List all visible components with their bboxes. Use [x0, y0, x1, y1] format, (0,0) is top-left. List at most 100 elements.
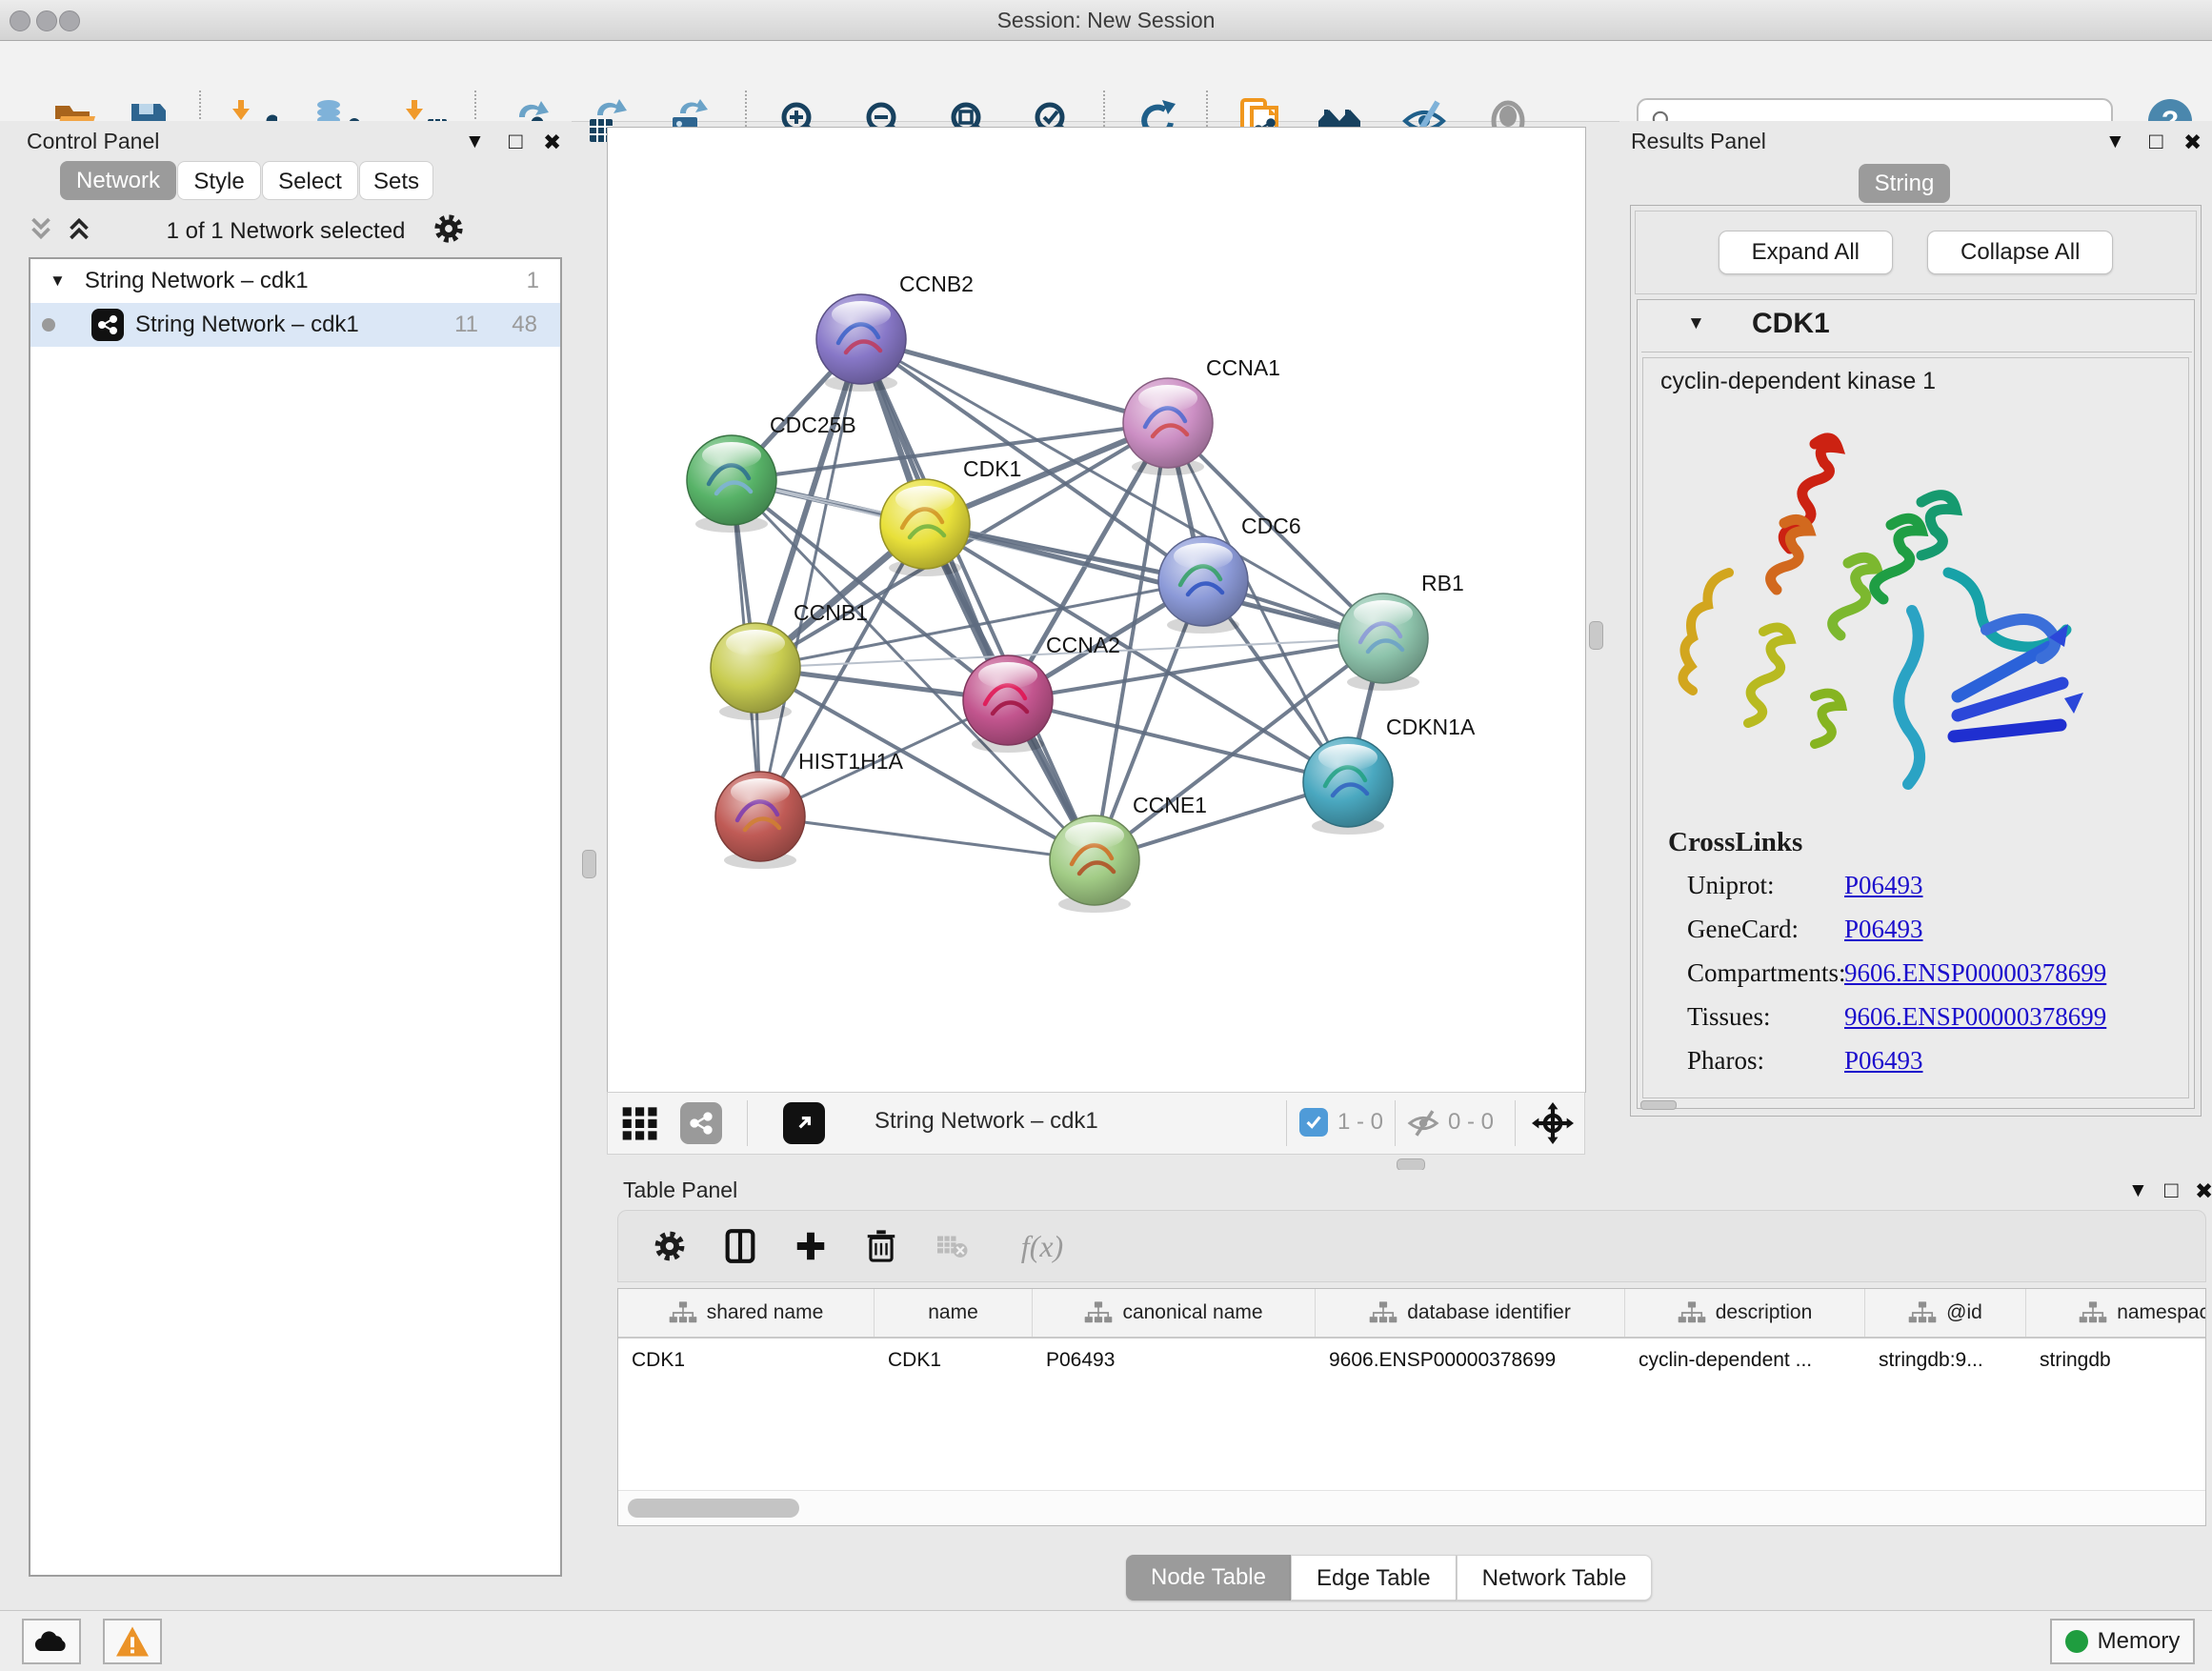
network-share-icon[interactable] [680, 1102, 722, 1144]
close-panel-icon[interactable]: ✖ [2195, 1178, 2212, 1204]
edge-count: 48 [512, 312, 537, 338]
tab-style[interactable]: Style [177, 161, 261, 200]
node-label-CDC25B: CDC25B [770, 413, 856, 437]
add-column-icon[interactable] [788, 1223, 834, 1269]
results-button-row: Expand All Collapse All [1635, 211, 2197, 294]
edge-CCNB2-HIST1H1A[interactable] [760, 339, 861, 816]
node-CCNE1[interactable] [1050, 815, 1139, 913]
network-status-dot-icon [42, 318, 55, 332]
footer-separator [1515, 1100, 1516, 1146]
network-row[interactable]: String Network – cdk1 11 48 [30, 303, 560, 347]
float-panel-icon[interactable]: □ [2149, 129, 2163, 155]
show-columns-icon[interactable] [717, 1223, 763, 1269]
cell-@id[interactable]: stringdb:9... [1865, 1339, 2026, 1382]
cell-canonical-name[interactable]: P06493 [1033, 1339, 1316, 1382]
node-CCNA1[interactable] [1123, 378, 1213, 475]
crosslink-link[interactable]: 9606.ENSP00000378699 [1844, 1002, 2106, 1032]
close-panel-icon[interactable]: ✖ [543, 130, 561, 155]
network-collection-row[interactable]: ▼ String Network – cdk1 1 [30, 259, 560, 303]
node-label-RB1: RB1 [1421, 571, 1464, 595]
column-header-database-identifier[interactable]: database identifier [1316, 1289, 1625, 1337]
table-hscrollbar[interactable] [618, 1490, 2205, 1525]
right-splitter-handle[interactable] [1589, 621, 1603, 650]
network-canvas[interactable]: CCNB2CCNA1CDC25BCDK1CDC6RB1CCNB1CCNA2CDK… [607, 127, 1586, 1093]
edge-CCNB2-CCNA1[interactable] [861, 339, 1168, 423]
delete-column-icon[interactable] [858, 1223, 904, 1269]
node-CDC25B[interactable] [687, 435, 776, 533]
cloud-button[interactable] [22, 1619, 81, 1664]
selected-node-edge-counts: 1 - 0 [1337, 1109, 1383, 1136]
panel-menu-icon[interactable]: ▼ [2105, 131, 2125, 153]
export-view-arrow-icon[interactable] [783, 1102, 825, 1144]
crosslink-link[interactable]: P06493 [1844, 1046, 1923, 1076]
crosslink-link[interactable]: 9606.ENSP00000378699 [1844, 958, 2106, 988]
panel-menu-icon[interactable]: ▼ [2128, 1179, 2148, 1202]
tab-sets[interactable]: Sets [359, 161, 433, 200]
crosslink-link[interactable]: P06493 [1844, 915, 1923, 944]
cell-namespace[interactable]: stringdb [2026, 1339, 2206, 1382]
crosslink-label: Compartments: [1687, 958, 1845, 988]
cell-description[interactable]: cyclin-dependent ... [1625, 1339, 1865, 1382]
section-collapse-triangle-icon[interactable]: ▼ [1687, 313, 1705, 334]
title-bar: Session: New Session [0, 0, 2212, 41]
node-HIST1H1A[interactable] [715, 772, 805, 869]
node-CCNB2[interactable] [816, 294, 906, 392]
tab-edge-table[interactable]: Edge Table [1291, 1555, 1457, 1601]
table-settings-gear-icon[interactable] [647, 1223, 693, 1269]
column-header-@id[interactable]: @id [1865, 1289, 2026, 1337]
column-header-canonical-name[interactable]: canonical name [1033, 1289, 1316, 1337]
column-header-description[interactable]: description [1625, 1289, 1865, 1337]
scrollbar-thumb[interactable] [628, 1499, 799, 1518]
close-panel-icon[interactable]: ✖ [2183, 130, 2202, 155]
cytoscape-window: Session: New Session [0, 0, 2212, 1671]
tab-select[interactable]: Select [262, 161, 358, 200]
fit-content-crosshair-icon[interactable] [1530, 1100, 1576, 1146]
cell-database-identifier[interactable]: 9606.ENSP00000378699 [1316, 1339, 1625, 1382]
float-panel-icon[interactable]: □ [509, 129, 523, 155]
network-selection-status: 1 of 1 Network selected [0, 218, 572, 245]
collapse-all-button[interactable]: Collapse All [1927, 231, 2113, 274]
table-header-row: shared namenamecanonical namedatabase id… [618, 1289, 2205, 1339]
cell-shared-name[interactable]: CDK1 [618, 1339, 875, 1382]
tab-network[interactable]: Network [60, 161, 176, 200]
tab-network-table[interactable]: Network Table [1457, 1555, 1653, 1601]
column-header-namespace[interactable]: namespace [2026, 1289, 2206, 1337]
footer-separator [1395, 1100, 1396, 1146]
selected-checkbox-icon[interactable] [1299, 1108, 1328, 1137]
column-header-shared-name[interactable]: shared name [618, 1289, 875, 1337]
table-row[interactable]: CDK1CDK1P064939606.ENSP00000378699cyclin… [618, 1339, 2205, 1382]
node-CDC6[interactable] [1158, 536, 1248, 634]
results-scrollbar-thumb[interactable] [1640, 1100, 1677, 1110]
node-label-CDK1: CDK1 [963, 456, 1021, 481]
tab-string[interactable]: String [1859, 164, 1950, 203]
float-panel-icon[interactable]: □ [2164, 1178, 2179, 1204]
cloud-icon [32, 1628, 70, 1655]
node-CDK1[interactable] [880, 479, 970, 576]
control-panel: Control Panel ▼ □ ✖ NetworkStyleSelectSe… [0, 121, 572, 1610]
expand-all-button[interactable]: Expand All [1719, 231, 1893, 274]
warning-icon [114, 1625, 151, 1658]
memory-button[interactable]: Memory [2050, 1619, 2195, 1664]
column-header-name[interactable]: name [875, 1289, 1033, 1337]
edge-HIST1H1A-CCNE1[interactable] [760, 816, 1095, 860]
network-options-gear-icon[interactable] [431, 211, 467, 252]
panel-menu-icon[interactable]: ▼ [465, 131, 485, 153]
collapse-triangle-icon[interactable]: ▼ [50, 272, 66, 291]
crosslink-label: Uniprot: [1687, 871, 1775, 900]
hidden-eye-icon[interactable] [1404, 1104, 1442, 1142]
node-CCNB1[interactable] [711, 623, 800, 720]
edge-CCNB2-CCNE1[interactable] [861, 339, 1095, 860]
gene-description: cyclin-dependent kinase 1 [1660, 368, 1936, 395]
birds-eye-grid-icon[interactable] [619, 1102, 661, 1144]
network-tree: ▼ String Network – cdk1 1 String Network… [29, 257, 562, 1577]
tab-node-table[interactable]: Node Table [1126, 1555, 1291, 1601]
crosslink-link[interactable]: P06493 [1844, 871, 1923, 900]
node-CDKN1A[interactable] [1303, 737, 1393, 835]
string-results-box: Expand All Collapse All ▼ CDK1 cyclin-de… [1630, 205, 2202, 1117]
left-splitter-handle[interactable] [582, 850, 596, 878]
node-RB1[interactable] [1338, 594, 1428, 691]
collection-label: String Network – cdk1 [85, 268, 309, 294]
cell-name[interactable]: CDK1 [875, 1339, 1033, 1382]
node-label-CCNA1: CCNA1 [1206, 355, 1280, 380]
warnings-button[interactable] [103, 1619, 162, 1664]
